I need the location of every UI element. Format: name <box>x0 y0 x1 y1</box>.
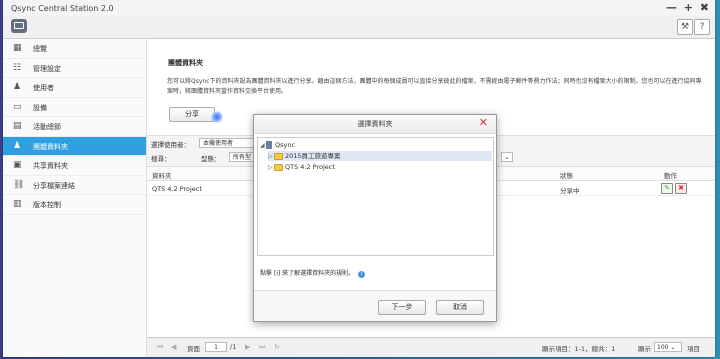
team-icon: ♟ <box>13 140 22 151</box>
tree-root[interactable]: ◢ Qsync <box>260 140 295 150</box>
close-icon[interactable]: ✕ <box>479 116 488 129</box>
edit-icon[interactable]: ✎ <box>661 183 673 194</box>
delete-icon[interactable]: ✖ <box>675 183 687 194</box>
user-select[interactable]: 本機使用者 <box>199 138 255 148</box>
user-icon: ♟ <box>13 82 22 92</box>
first-page-icon[interactable]: ⏮ <box>157 343 163 352</box>
calendar-icon: ▤ <box>13 121 22 131</box>
minimize-button[interactable]: — <box>666 1 677 14</box>
sidebar-item-overview[interactable]: ▦ 總覽 <box>3 39 146 59</box>
type-label: 型態： <box>201 155 221 163</box>
items-label: 項目 <box>687 345 700 353</box>
help-icon[interactable]: ? <box>694 19 710 35</box>
app-menu-icon[interactable] <box>11 19 27 33</box>
sidebar-item-users[interactable]: ♟ 使用者 <box>3 78 146 98</box>
status-bar: ⏮ ◀ 頁面 1 /1 ▶ ⏭ ↻ 顯示項目：1-1，總共：1 顯示 100 ⌄… <box>147 337 715 357</box>
nas-icon <box>266 141 272 149</box>
sidebar-item-shared-folder[interactable]: ▣ 共享資料夾 <box>3 156 146 176</box>
sidebar-item-versions[interactable]: ▥ 版本控制 <box>3 195 146 215</box>
link-icon: ⛓ <box>13 179 25 190</box>
page-input[interactable]: 1 <box>205 342 227 352</box>
last-page-icon[interactable]: ⏭ <box>259 343 265 352</box>
title-bar: Qsync Central Station 2.0 — + ✖ <box>3 0 715 17</box>
sidebar-item-activity[interactable]: ▤ 活動總節 <box>3 117 146 137</box>
folder-share-icon: ▣ <box>13 160 22 170</box>
sidebar: ▦ 總覽 ☷ 管理設定 ♟ 使用者 ▭ 設備 ▤ 活動總節 ♟ 團體資料夾 ▣ 共享資料夾 ⛓… <box>3 39 147 357</box>
chevron-down-icon[interactable]: ⌄ <box>501 152 513 162</box>
page-description: 您可以將Qsync下的資料夾設為團體資料夾以進行分享。藉由這個方法，團體中的每個… <box>167 78 702 95</box>
per-page-select[interactable]: 100 ⌄ <box>654 342 682 352</box>
prev-page-icon[interactable]: ◀ <box>171 343 176 351</box>
sidebar-item-devices[interactable]: ▭ 設備 <box>3 98 146 117</box>
page-title: 團體資料夾 <box>168 59 203 67</box>
display-count: 顯示項目：1-1，總共：1 <box>542 345 616 353</box>
user-select-label: 選擇使用者： <box>151 141 190 149</box>
sliders-icon: ☷ <box>13 62 22 73</box>
folder-tree: ◢ Qsync ▷ 2015員工旅遊專案 ▷ QTS 4.2 Project <box>257 137 494 256</box>
page-total: /1 <box>230 343 237 351</box>
versions-icon: ▥ <box>13 199 22 209</box>
sidebar-item-settings[interactable]: ☷ 管理設定 <box>3 59 146 78</box>
maximize-button[interactable]: + <box>684 1 693 14</box>
col-action: 動作 <box>664 172 677 180</box>
share-button[interactable]: 分享 <box>169 107 215 122</box>
info-icon[interactable]: i <box>358 271 366 278</box>
next-page-icon[interactable]: ▶ <box>245 343 250 351</box>
grid-icon: ▦ <box>13 43 22 53</box>
search-label: 搜尋： <box>151 155 171 163</box>
cancel-button[interactable]: 取消 <box>436 300 484 315</box>
col-folder: 資料夾 <box>152 172 172 180</box>
sidebar-item-team-folder[interactable]: ♟ 團體資料夾 <box>3 136 146 156</box>
dialog-hint: 點擊 [i] 來了解選擇資料夾的規則。 i <box>260 268 366 278</box>
folder-icon <box>274 152 283 160</box>
refresh-icon[interactable]: ↻ <box>274 343 280 351</box>
sidebar-item-share-links[interactable]: ⛓ 分享檔案連結 <box>3 176 146 195</box>
folder-icon <box>274 163 283 171</box>
close-button[interactable]: ✖ <box>700 1 709 14</box>
window-title: Qsync Central Station 2.0 <box>11 4 114 13</box>
next-button[interactable]: 下一步 <box>378 300 426 315</box>
dialog-footer: 下一步 取消 <box>254 290 496 321</box>
col-status: 狀態 <box>560 172 573 180</box>
per-page-label: 顯示 <box>638 345 651 353</box>
tree-item-qts[interactable]: ▷ QTS 4.2 Project <box>268 162 335 172</box>
mouse-cursor-icon <box>211 111 223 123</box>
select-folder-dialog: 選擇資料夾 ✕ ◢ Qsync ▷ 2015員工旅遊專案 ▷ QTS 4.2 Proj… <box>253 114 497 322</box>
dialog-title: 選擇資料夾 <box>254 115 496 134</box>
monitor-icon: ▭ <box>13 101 22 112</box>
page-label: 頁面 <box>187 345 200 353</box>
toolbar: ⚒ ? <box>3 16 715 39</box>
row-status: 分享中 <box>560 187 580 195</box>
tree-item-travel[interactable]: ▷ 2015員工旅遊專案 <box>268 151 492 161</box>
settings-icon[interactable]: ⚒ <box>677 19 693 35</box>
row-folder-name: QTS 4.2 Project <box>152 185 202 193</box>
